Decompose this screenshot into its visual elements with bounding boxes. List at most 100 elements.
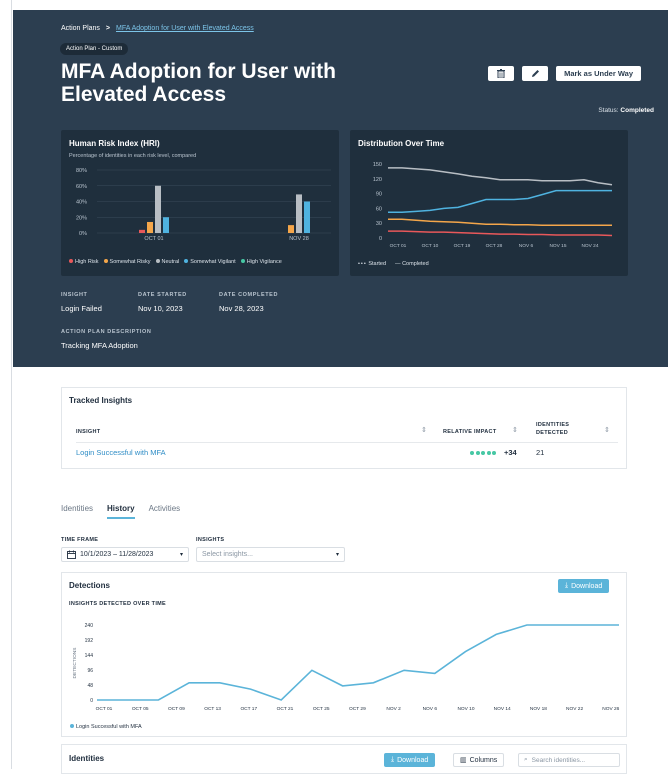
delete-button[interactable] bbox=[488, 66, 515, 81]
column-header-insight[interactable]: INSIGHT bbox=[76, 429, 100, 435]
action-plan-header: Action Plans > MFA Adoption for User wit… bbox=[13, 10, 668, 367]
distribution-card: Distribution Over Time 0 30 60 90 120 150 OCT … bbox=[350, 130, 628, 276]
hri-card: Human Risk Index (HRI) Percentage of ide… bbox=[61, 130, 339, 276]
bar bbox=[296, 194, 302, 233]
y-tick-label: 30 bbox=[376, 221, 382, 227]
series-line bbox=[388, 167, 613, 186]
y-tick-label: 0% bbox=[79, 231, 87, 237]
y-tick-label: 20% bbox=[76, 215, 87, 221]
bar bbox=[147, 221, 153, 233]
breadcrumb-current[interactable]: MFA Adoption for User with Elevated Acce… bbox=[116, 25, 254, 32]
bar bbox=[163, 217, 169, 233]
column-header-identities-detected[interactable]: IDENTITIES DETECTED bbox=[536, 421, 569, 437]
sort-icon[interactable]: ⇕ bbox=[512, 426, 518, 434]
x-tick-label: NOV 14 bbox=[494, 706, 511, 712]
impact-dots bbox=[470, 451, 496, 455]
bar bbox=[155, 185, 161, 233]
date-started-label: DATE STARTED bbox=[138, 292, 187, 298]
edit-button[interactable] bbox=[522, 66, 549, 81]
x-tick-label: NOV 24 bbox=[581, 243, 598, 249]
legend-item-high-vigilance[interactable]: High Vigilance bbox=[240, 259, 282, 265]
y-tick-label: 80% bbox=[76, 168, 87, 174]
time-frame-label: TIME FRAME bbox=[61, 537, 99, 543]
series-line bbox=[388, 230, 613, 237]
impact-value: +34 bbox=[504, 448, 517, 457]
distribution-title: Distribution Over Time bbox=[358, 139, 445, 148]
tab-identities[interactable]: Identities bbox=[61, 504, 93, 519]
series-line bbox=[97, 624, 619, 701]
y-tick-label: 60% bbox=[76, 184, 87, 190]
distribution-line-chart: 0 30 60 90 120 150 OCT 01 OCT 10 OCT 19 OCT 28 NOV… bbox=[373, 162, 613, 249]
calendar-icon bbox=[67, 550, 76, 559]
x-tick-label: NOV 18 bbox=[530, 706, 547, 712]
tab-activities[interactable]: Activities bbox=[149, 504, 181, 519]
distribution-legend: ••• Started — Completed bbox=[358, 261, 429, 267]
y-tick-label: 90 bbox=[376, 192, 382, 198]
x-tick-label: OCT 01 bbox=[144, 236, 163, 242]
detail-tabs: Identities History Activities bbox=[61, 504, 180, 519]
breadcrumb-separator: > bbox=[105, 25, 111, 32]
legend-item-started[interactable]: ••• Started bbox=[358, 261, 386, 267]
x-tick-label: OCT 10 bbox=[422, 243, 439, 249]
pencil-icon bbox=[531, 70, 539, 77]
download-icon: ⤓ bbox=[391, 756, 395, 763]
y-tick-label: 0 bbox=[379, 236, 382, 242]
hri-legend: High Risk Somewhat Risky Neutral Somewha… bbox=[69, 259, 282, 265]
tab-history[interactable]: History bbox=[107, 504, 135, 519]
y-tick-label: 120 bbox=[373, 177, 382, 183]
detections-title: Detections bbox=[69, 581, 110, 590]
sort-icon[interactable]: ⇕ bbox=[604, 426, 610, 434]
status-value: Completed bbox=[620, 107, 654, 114]
detections-panel: Detections ⤓ Download INSIGHTS DETECTED O… bbox=[61, 572, 627, 737]
identities-download-button[interactable]: ⤓ Download bbox=[384, 753, 436, 767]
tracked-insights-panel: Tracked Insights INSIGHT ⇕ RELATIVE IMPA… bbox=[61, 387, 627, 469]
trash-icon bbox=[497, 69, 506, 78]
detections-download-button[interactable]: ⤓ Download bbox=[558, 579, 610, 593]
x-tick-label: OCT 01 bbox=[390, 243, 407, 249]
x-tick-label: NOV 10 bbox=[457, 706, 474, 712]
x-tick-label: NOV 22 bbox=[566, 706, 583, 712]
legend-item-neutral[interactable]: Neutral bbox=[155, 259, 179, 265]
legend-item-high-risk[interactable]: High Risk bbox=[69, 259, 99, 265]
x-tick-label: OCT 13 bbox=[204, 706, 221, 712]
legend-item-completed[interactable]: — Completed bbox=[395, 261, 429, 267]
mark-under-way-button[interactable]: Mark as Under Way bbox=[556, 66, 641, 81]
legend-label: Login Successful with MFA bbox=[76, 724, 142, 730]
legend-item-somewhat-vigilant[interactable]: Somewhat Vigilant bbox=[184, 259, 236, 265]
columns-icon: ▥ bbox=[460, 757, 467, 764]
chevron-down-icon: ▾ bbox=[335, 552, 339, 558]
y-axis-label: DETECTIONS bbox=[72, 648, 78, 679]
page-title: MFA Adoption for User with Elevated Acce… bbox=[61, 60, 336, 106]
header-actions: Mark as Under Way bbox=[488, 66, 641, 81]
x-tick-label: NOV 15 bbox=[549, 243, 566, 249]
bar bbox=[139, 229, 145, 233]
identities-search-input[interactable]: ⌕ Search identities... bbox=[518, 753, 620, 767]
legend-dot bbox=[70, 724, 74, 728]
description-value: Tracking MFA Adoption bbox=[61, 341, 138, 350]
legend-item-somewhat-risky[interactable]: Somewhat Risky bbox=[103, 259, 151, 265]
date-completed-value: Nov 28, 2023 bbox=[219, 304, 264, 313]
hri-bar-chart: 0% 20% 40% 60% 80% OCT 01 NOV 28 bbox=[76, 168, 331, 242]
x-tick-label: OCT 21 bbox=[277, 706, 294, 712]
status-text: Status: Completed bbox=[598, 107, 654, 114]
identities-panel: Identities ⤓ Download ▥ Columns ⌕ Search id… bbox=[61, 744, 627, 774]
date-completed-label: DATE COMPLETED bbox=[219, 292, 279, 298]
tracked-insight-link[interactable]: Login Successful with MFA bbox=[76, 448, 166, 457]
insights-select[interactable]: Select insights... ▾ bbox=[196, 547, 345, 562]
y-tick-label: 192 bbox=[85, 638, 94, 644]
bar bbox=[304, 201, 310, 233]
identities-title: Identities bbox=[69, 754, 105, 763]
series-line bbox=[388, 189, 612, 214]
x-tick-label: OCT 09 bbox=[168, 706, 185, 712]
columns-button[interactable]: ▥ Columns bbox=[453, 753, 505, 767]
sort-icon[interactable]: ⇕ bbox=[421, 426, 427, 434]
x-tick-label: OCT 01 bbox=[96, 706, 113, 712]
chevron-down-icon: ▾ bbox=[179, 552, 183, 558]
time-frame-select[interactable]: 10/1/2023 – 11/28/2023 ▾ bbox=[61, 547, 189, 562]
x-tick-label: OCT 19 bbox=[454, 243, 471, 249]
breadcrumb-root[interactable]: Action Plans bbox=[61, 25, 100, 32]
insight-value: Login Failed bbox=[61, 304, 102, 313]
column-header-relative-impact[interactable]: RELATIVE IMPACT bbox=[443, 429, 497, 435]
insight-label: INSIGHT bbox=[61, 292, 88, 298]
x-tick-label: OCT 28 bbox=[486, 243, 503, 249]
